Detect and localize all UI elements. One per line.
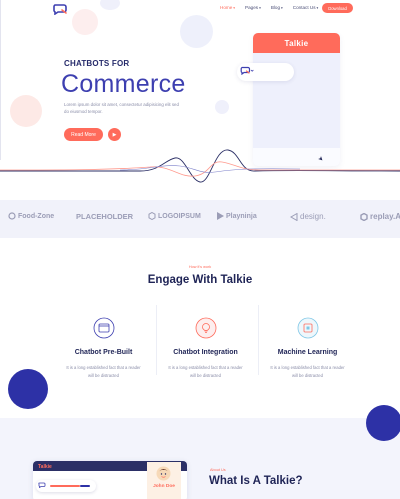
section-eyebrow: How it's work xyxy=(188,265,212,269)
card-text: It is a long established fact that a rea… xyxy=(66,365,141,378)
card-divider xyxy=(258,305,259,375)
profile-name: John Doe xyxy=(153,484,175,489)
hexagon-icon xyxy=(148,212,156,220)
nav-item-home[interactable]: Home ▾ xyxy=(220,5,235,10)
nav-item-pages[interactable]: Pages ▾ xyxy=(245,5,261,10)
chat-logo-icon xyxy=(38,482,46,488)
card-title: Chatbot Integration xyxy=(173,349,238,356)
card-title: Chatbot Pre-Built xyxy=(74,349,133,356)
decor-circle xyxy=(100,0,120,10)
hexagon-icon xyxy=(360,212,368,221)
typing-line xyxy=(80,485,90,487)
brand-name: Playninja xyxy=(226,212,257,220)
food-icon xyxy=(8,212,16,220)
avatar xyxy=(156,466,171,481)
wave-decoration xyxy=(0,149,400,183)
chat-logo-icon[interactable] xyxy=(52,3,68,15)
chat-window-icon xyxy=(93,317,115,339)
typing-line xyxy=(50,485,80,487)
nav-item-label: Home xyxy=(220,5,233,10)
hero-description: Lorem ipsum dolor sit amet, consectetur … xyxy=(64,102,179,114)
chip-icon xyxy=(297,317,319,339)
brand-logo: Playninja xyxy=(216,212,257,220)
decor-circle xyxy=(72,9,98,35)
card-text: It is a long established fact that a rea… xyxy=(270,365,345,378)
nav-item-label: Pages xyxy=(245,5,259,10)
nav-item-contact[interactable]: Contact Us ▾ xyxy=(293,5,319,10)
nav-item-blog[interactable]: Blog ▾ xyxy=(271,5,283,10)
card-divider xyxy=(156,305,157,375)
hero-title: Commerce xyxy=(61,70,186,98)
card-title: Machine Learning xyxy=(277,349,338,356)
brand-name: Food-Zone xyxy=(18,212,55,220)
brand-logo: Food-Zone xyxy=(8,212,54,220)
play-icon: ▶ xyxy=(112,131,117,138)
brand-name: replay.A xyxy=(370,212,400,221)
decor-circle xyxy=(10,95,42,127)
feature-card: Machine Learning It is a long establishe… xyxy=(260,302,355,392)
mockup-title: Talkie xyxy=(38,464,52,470)
nav-item-label: Blog xyxy=(270,5,281,10)
decor-circle xyxy=(8,369,48,409)
section-title: Engage With Talkie xyxy=(147,274,253,286)
main-nav: Home ▾ Pages ▾ Blog ▾ Contact Us ▾ xyxy=(220,5,318,10)
bulb-icon xyxy=(195,317,217,339)
section-title: What Is A Talkie? xyxy=(209,475,303,487)
chevron-down-icon: ▾ xyxy=(233,5,236,10)
brand-logo: replay.A xyxy=(360,212,400,221)
brand-name: LOGOIPSUM xyxy=(158,212,201,220)
feature-card: Chatbot Pre-Built It is a long establish… xyxy=(56,302,151,392)
nav-item-label: Contact Us xyxy=(292,5,316,10)
phone-title: Talkie xyxy=(253,33,340,53)
chat-logo-icon xyxy=(240,66,254,75)
arrow-shape-icon xyxy=(290,212,298,221)
brand-logo: LOGOIPSUM xyxy=(148,212,201,220)
page: Home ▾ Pages ▾ Blog ▾ Contact Us ▾ Download … xyxy=(0,0,400,499)
decor-line xyxy=(0,0,1,160)
decor-circle xyxy=(215,100,229,114)
chevron-down-icon: ▾ xyxy=(259,5,261,10)
feature-card: Chatbot Integration It is a long establi… xyxy=(158,302,253,392)
decor-circle xyxy=(180,15,213,48)
section-eyebrow: About Us xyxy=(210,468,226,472)
chevron-down-icon: ▾ xyxy=(316,5,319,10)
brand-logo: design. xyxy=(290,212,326,221)
hero-subtitle: CHATBOTS FOR xyxy=(64,59,130,68)
decor-circle xyxy=(366,405,400,441)
card-text: It is a long established fact that a rea… xyxy=(168,365,243,378)
brand-logo: PLACEHOLDER xyxy=(76,212,133,221)
play-triangle-icon xyxy=(217,212,224,220)
brand-name: PLACEHOLDER xyxy=(76,212,134,221)
download-button[interactable]: Download xyxy=(322,3,353,13)
brand-name: design. xyxy=(300,212,326,221)
chevron-down-icon: ▾ xyxy=(281,5,283,10)
